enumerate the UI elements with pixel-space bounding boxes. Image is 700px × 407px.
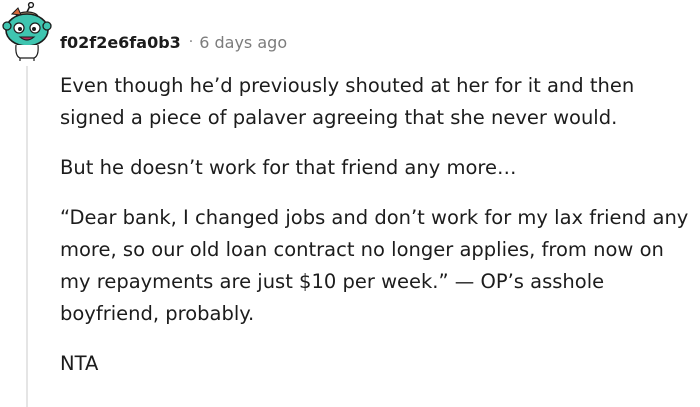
comment-meta: f02f2e6fa0b3 · 6 days ago <box>60 31 287 53</box>
comment-timestamp[interactable]: 6 days ago <box>199 33 287 52</box>
comment-paragraph: “Dear bank, I changed jobs and don’t wor… <box>60 206 689 325</box>
comment-body: Even though he’d previously shouted at h… <box>60 70 696 398</box>
comment-paragraph: NTA <box>60 352 99 375</box>
comment-paragraph: But he doesn’t work for that friend any … <box>60 156 517 179</box>
snoo-avatar-icon[interactable] <box>2 1 52 62</box>
thread-collapse-line[interactable] <box>26 66 28 407</box>
meta-separator: · <box>188 34 194 50</box>
comment: f02f2e6fa0b3 · 6 days ago Even though he… <box>0 0 700 407</box>
comment-paragraph: Even though he’d previously shouted at h… <box>60 74 635 129</box>
comment-author-link[interactable]: f02f2e6fa0b3 <box>60 33 181 52</box>
